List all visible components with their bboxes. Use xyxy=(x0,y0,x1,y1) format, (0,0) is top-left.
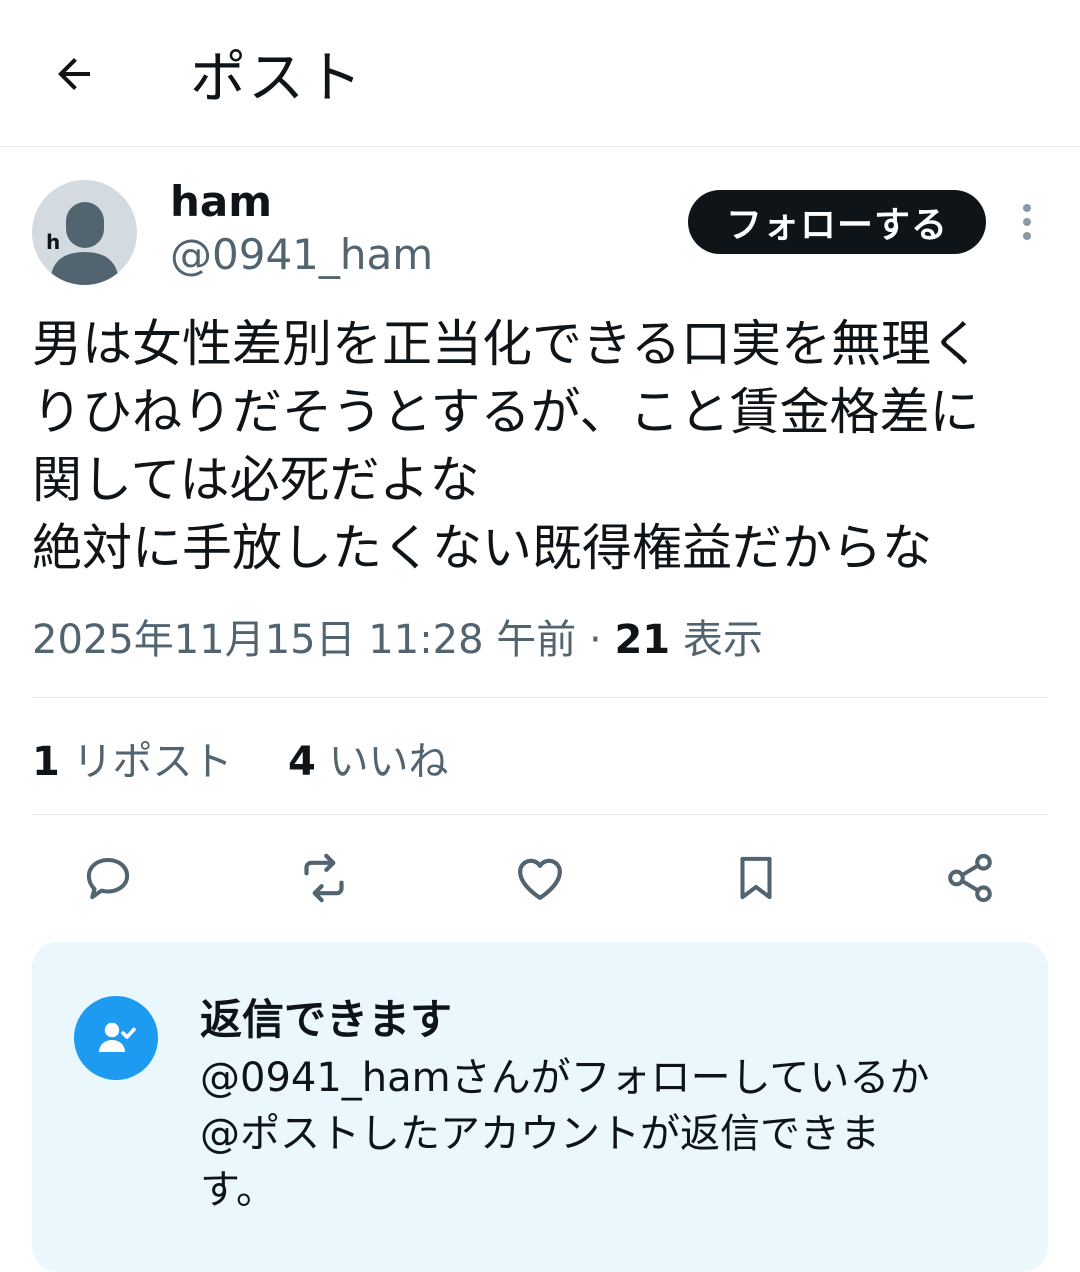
more-options-button[interactable] xyxy=(1010,200,1044,244)
like-button[interactable] xyxy=(508,846,572,910)
divider xyxy=(32,814,1048,815)
reply-restriction-title: 返信できます xyxy=(200,995,453,1044)
post-text-line: 男は女性差別を正当化できる口実を無理く xyxy=(32,315,981,373)
post-text: 男は女性差別を正当化できる口実を無理く りひねりだそうとするが、こと賃金格差に … xyxy=(32,310,1042,582)
reposts-label: リポスト xyxy=(72,739,233,785)
post-timestamp[interactable]: 2025年11月15日 11:28 午前 xyxy=(32,617,576,663)
author-display-name[interactable]: ham xyxy=(170,176,272,228)
reply-body-line: @0941_hamさんがフォローしているか xyxy=(200,1055,930,1101)
avatar-letter: h xyxy=(46,230,61,254)
reply-icon xyxy=(86,857,130,900)
reply-button[interactable] xyxy=(76,846,140,910)
share-icon xyxy=(948,853,992,903)
post-text-line: 関しては必死だよな xyxy=(32,451,480,509)
avatar[interactable]: h xyxy=(32,180,137,285)
likes-stat[interactable]: 4 いいね xyxy=(288,739,449,785)
reply-restriction-badge xyxy=(74,996,158,1080)
arrow-left-icon xyxy=(58,58,90,90)
post-meta: 2025年11月15日 11:28 午前 · 21 表示 xyxy=(32,612,763,668)
meta-separator: · xyxy=(576,617,615,663)
reply-body-line: す。 xyxy=(200,1167,276,1213)
engagement-stats: 1 リポスト 4 いいね xyxy=(32,734,449,790)
top-bar: ポスト xyxy=(0,0,1080,147)
author-handle[interactable]: @0941_ham xyxy=(170,228,433,282)
bookmark-button[interactable] xyxy=(724,846,788,910)
like-icon xyxy=(518,858,562,900)
repost-icon xyxy=(304,853,344,903)
reposts-count: 1 xyxy=(32,739,60,785)
repost-button[interactable] xyxy=(292,846,356,910)
page-title: ポスト xyxy=(190,46,364,111)
views-label: 表示 xyxy=(682,617,763,663)
likes-label: いいね xyxy=(328,739,449,785)
share-button[interactable] xyxy=(938,846,1002,910)
divider xyxy=(32,697,1048,698)
post-text-line: りひねりだそうとするが、こと賃金格差に xyxy=(32,383,980,441)
more-vertical-icon xyxy=(1023,204,1031,240)
reply-restriction-body: @0941_hamさんがフォローしているか @ポストしたアカウントが返信できま … xyxy=(200,1050,1000,1218)
likes-count: 4 xyxy=(288,739,316,785)
bookmark-icon xyxy=(740,856,772,900)
reply-restriction-card: 返信できます @0941_hamさんがフォローしているか @ポストしたアカウント… xyxy=(32,942,1048,1272)
views-count: 21 xyxy=(614,617,671,663)
follow-button[interactable]: フォローする xyxy=(688,190,986,254)
post-text-line: 絶対に手放したくない既得権益だからな xyxy=(32,519,932,577)
user-check-icon xyxy=(99,1022,136,1052)
reply-body-line: @ポストしたアカウントが返信できま xyxy=(200,1111,880,1157)
reposts-stat[interactable]: 1 リポスト xyxy=(32,739,233,785)
back-button[interactable] xyxy=(44,44,104,104)
